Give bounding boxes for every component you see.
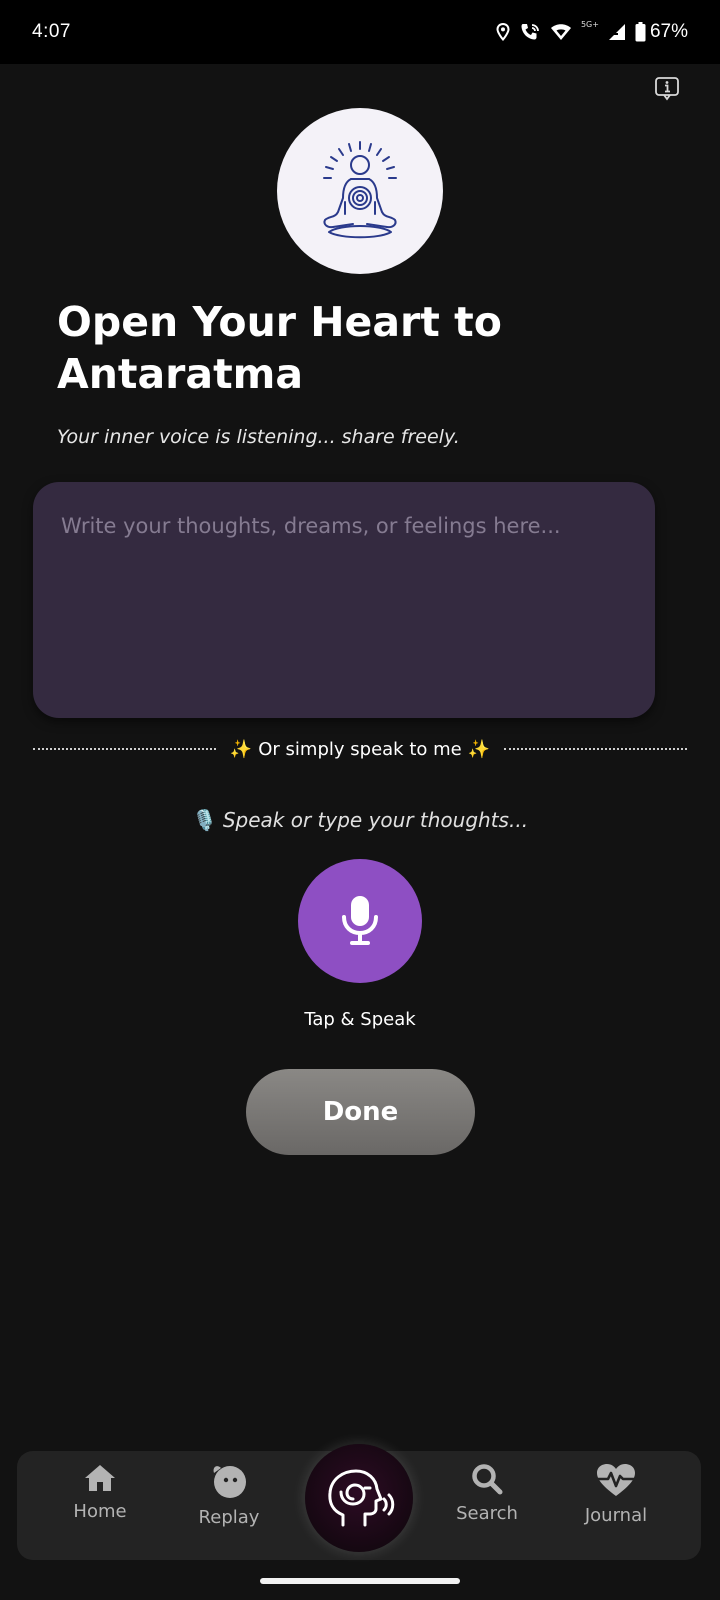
status-bar: 4:07 5G+ 67% xyxy=(0,0,720,64)
search-icon xyxy=(472,1464,503,1495)
mic-label: Tap & Speak xyxy=(304,1009,416,1030)
info-button[interactable] xyxy=(653,76,681,102)
microphone-icon xyxy=(342,896,378,945)
status-time: 4:07 xyxy=(32,21,71,42)
battery: 67% xyxy=(635,21,688,43)
speak-hint: 🎙️ Speak or type your thoughts... xyxy=(0,808,720,832)
thoughts-input[interactable] xyxy=(61,514,627,686)
network-type: 5G+ xyxy=(580,19,599,29)
nav-item-journal[interactable]: Journal xyxy=(566,1463,666,1547)
mic-button[interactable] xyxy=(298,859,422,983)
status-icons: 5G+ 67% xyxy=(496,19,688,43)
nav-label-home: Home xyxy=(73,1501,127,1522)
bottom-nav: Home Replay Search Journal xyxy=(17,1444,701,1560)
microphone-emoji-icon: 🎙️ xyxy=(191,808,217,832)
battery-percent: 67% xyxy=(649,21,688,42)
meditation-icon xyxy=(323,141,397,239)
sparkle-icon: ✨ xyxy=(467,738,491,760)
divider-line-left xyxy=(33,748,216,750)
nav-label-replay: Replay xyxy=(198,1507,260,1528)
heart-pulse-icon xyxy=(597,1464,635,1496)
divider-line-right xyxy=(504,748,687,750)
speak-divider: ✨ Or simply speak to me ✨ xyxy=(33,736,687,762)
speak-hint-text: Speak or type your thoughts... xyxy=(222,808,529,832)
wifi-call-icon xyxy=(521,24,539,40)
sparkle-icon: ✨ xyxy=(229,738,253,760)
nav-center-button[interactable] xyxy=(305,1444,413,1552)
meditation-avatar xyxy=(277,108,443,274)
nav-item-search[interactable]: Search xyxy=(437,1463,537,1547)
done-button[interactable]: Done xyxy=(246,1069,475,1155)
divider-label: Or simply speak to me xyxy=(258,738,462,760)
nav-label-search: Search xyxy=(456,1503,518,1524)
location-icon xyxy=(496,23,510,41)
home-icon xyxy=(85,1465,115,1491)
signal-icon xyxy=(608,24,625,40)
nav-item-home[interactable]: Home xyxy=(50,1463,150,1547)
page-subtitle: Your inner voice is listening... share f… xyxy=(57,426,460,448)
wifi-icon xyxy=(550,24,571,40)
info-icon xyxy=(655,77,679,101)
nav-label-journal: Journal xyxy=(584,1505,648,1526)
home-indicator[interactable] xyxy=(260,1578,460,1584)
divider-text: ✨ Or simply speak to me ✨ xyxy=(230,739,490,760)
thoughts-input-container xyxy=(33,482,655,718)
head-spiral-icon xyxy=(328,1469,395,1527)
replay-face-icon xyxy=(213,1466,246,1498)
battery-icon xyxy=(635,22,646,42)
nav-item-replay[interactable]: Replay xyxy=(179,1463,279,1547)
page-title: Open Your Heart to Antaratma xyxy=(57,298,502,398)
